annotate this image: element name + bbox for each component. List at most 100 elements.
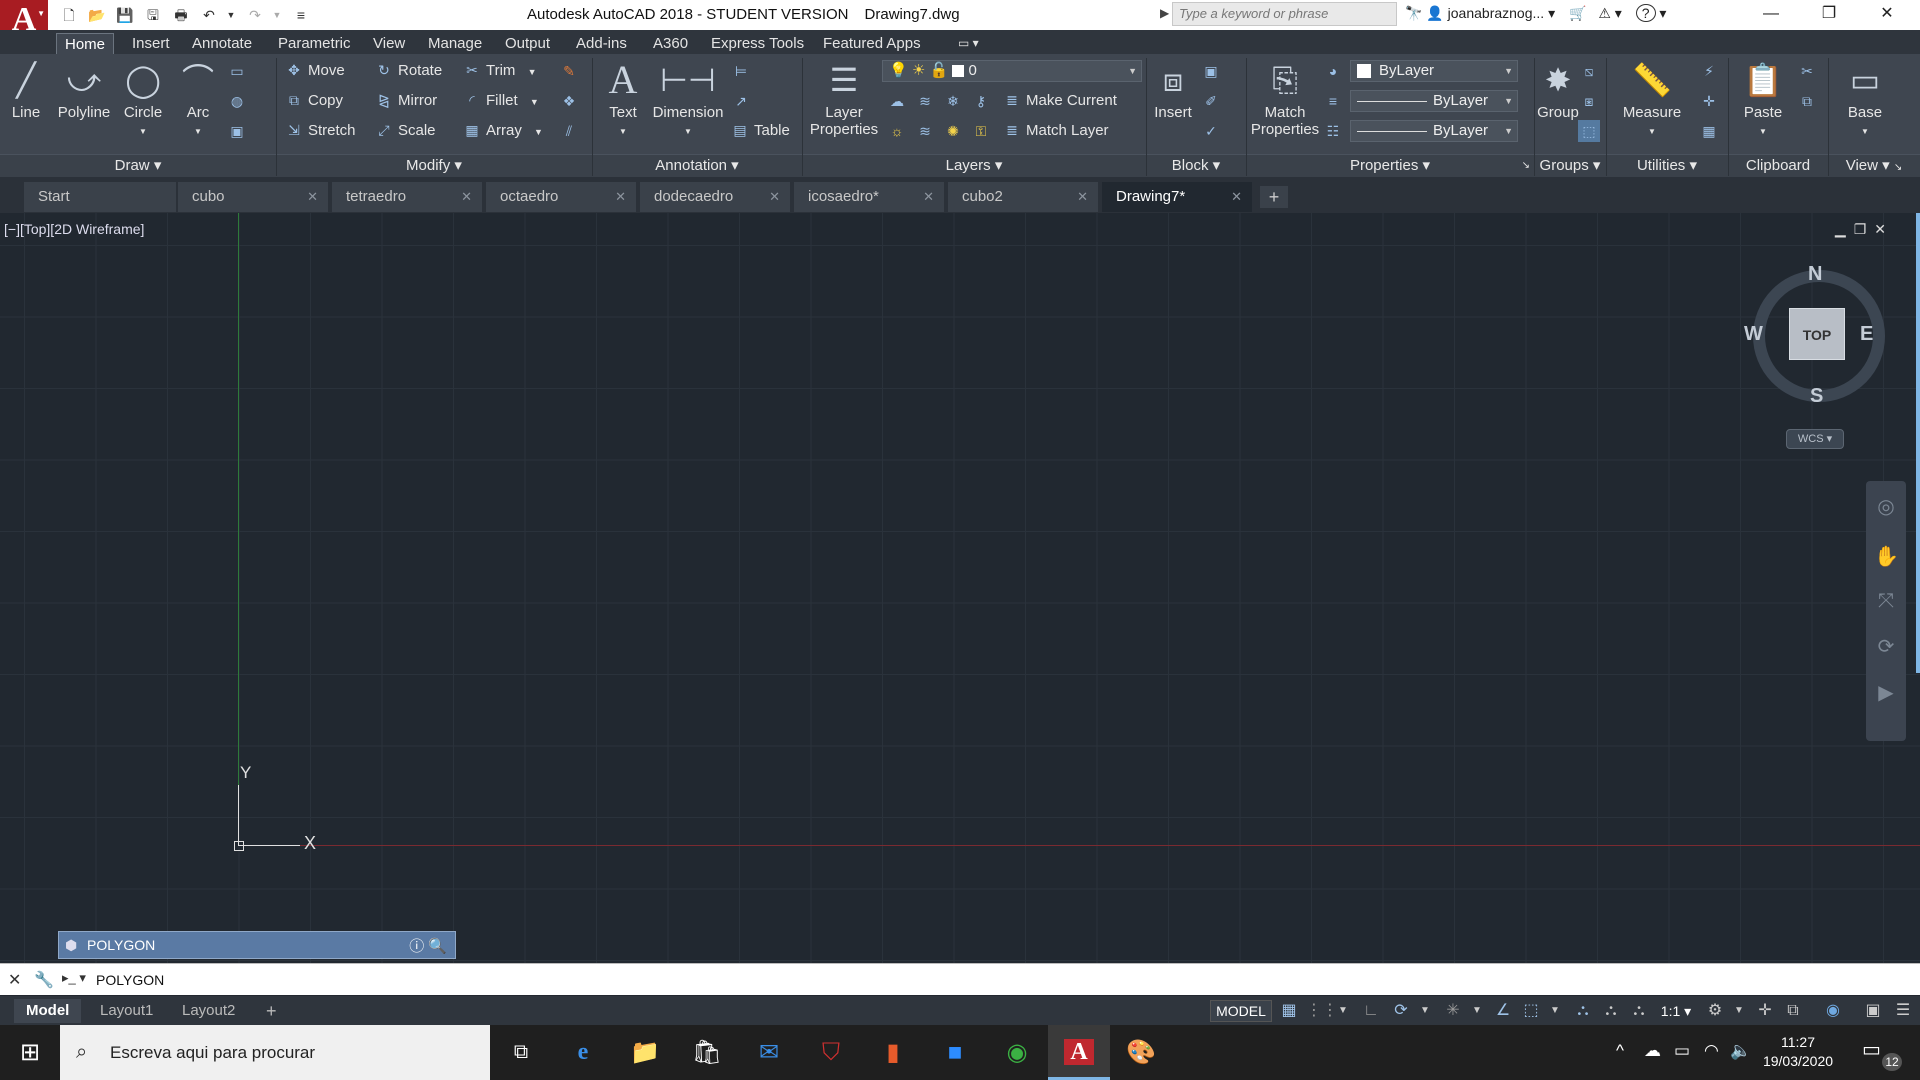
polar-icon[interactable]: ⟳ <box>1390 1000 1412 1022</box>
isodraft-dropdown-icon[interactable]: ▼ <box>1466 1000 1488 1022</box>
quick-access-customize-icon[interactable]: ≡ <box>290 4 312 26</box>
tab-a360[interactable]: A360 <box>645 33 696 54</box>
undo-dropdown-icon[interactable]: ▼ <box>220 4 242 26</box>
close-button[interactable]: ✕ <box>1858 0 1916 30</box>
stretch-button[interactable]: ⇲ Stretch <box>284 118 355 142</box>
binoculars-icon[interactable]: 🔭 <box>1405 5 1422 21</box>
office-icon[interactable]: ▮ <box>862 1025 924 1080</box>
zoom-icon[interactable]: ■ <box>924 1025 986 1080</box>
group-selection-icon[interactable]: ⬚ <box>1578 120 1600 142</box>
tab-featured-apps[interactable]: Featured Apps <box>815 33 929 54</box>
clipboard-panel-title[interactable]: Clipboard <box>1728 155 1828 177</box>
steering-wheel-icon[interactable]: ◎ <box>1874 495 1898 519</box>
close-tab-icon[interactable]: ✕ <box>1077 182 1088 212</box>
utilities-panel-title[interactable]: Utilities ▾ <box>1606 155 1728 177</box>
zoom-extents-icon[interactable]: ⤧ <box>1874 589 1898 613</box>
clean-screen-icon[interactable]: ▣ <box>1862 1000 1884 1022</box>
battery-icon[interactable]: ▭ <box>1674 1041 1690 1061</box>
layer-unisolate-icon[interactable]: ≋ <box>914 120 936 142</box>
task-view-icon[interactable]: ⧉ <box>490 1025 552 1080</box>
plot-icon[interactable]: 🖶 <box>170 4 192 26</box>
arc-button[interactable]: ⌒ Arc ▼ <box>178 58 218 138</box>
quick-select-icon[interactable]: ⚡ <box>1698 60 1720 82</box>
viewcube-south[interactable]: S <box>1810 385 1823 408</box>
model-space-button[interactable]: MODEL <box>1210 1000 1272 1022</box>
layout-tab-layout1[interactable]: Layout1 <box>88 999 165 1023</box>
scale-button[interactable]: ⤢ Scale <box>374 118 435 142</box>
object-snap-tracking-icon[interactable]: ∠ <box>1492 1000 1514 1022</box>
redo-icon[interactable]: ↷ <box>244 4 266 26</box>
showmotion-icon[interactable]: ▶ <box>1874 681 1898 705</box>
linetype-dropdown[interactable]: ByLayer ▼ <box>1350 120 1518 142</box>
command-search-icon[interactable]: 🔍 <box>428 938 451 955</box>
store-icon[interactable]: 🛍 <box>676 1025 738 1080</box>
annotation-panel-title[interactable]: Annotation ▾ <box>592 155 802 177</box>
multileader-icon[interactable]: ↗ <box>730 90 752 112</box>
viewcube-west[interactable]: W <box>1744 323 1763 346</box>
group-button[interactable]: ✸ Group <box>1536 58 1580 121</box>
tab-parametric[interactable]: Parametric <box>270 33 359 54</box>
close-tab-icon[interactable]: ✕ <box>923 182 934 212</box>
layout-tab-layout2[interactable]: Layout2 <box>170 999 247 1023</box>
measure-button[interactable]: 📏 Measure ▼ <box>1614 58 1690 138</box>
search-expand-icon[interactable]: ▶ <box>1160 6 1169 20</box>
file-tab-cubo2[interactable]: cubo2 ✕ <box>948 182 1098 212</box>
tab-insert[interactable]: Insert <box>124 33 178 54</box>
redo-dropdown-icon[interactable]: ▼ <box>266 4 288 26</box>
recent-commands-icon[interactable]: ▸_ ▾ <box>62 970 86 986</box>
ribbon-minimize-icon[interactable]: ▭ ▾ <box>950 33 987 54</box>
clock[interactable]: 11:27 19/03/2020 <box>1756 1033 1840 1071</box>
object-snap-icon[interactable]: ⬚ <box>1520 1000 1542 1022</box>
layer-thaw-icon[interactable]: ✺ <box>942 120 964 142</box>
make-current-button[interactable]: ≣ Make Current <box>1002 88 1117 112</box>
cut-icon[interactable]: ✂ <box>1796 60 1818 82</box>
onedrive-icon[interactable]: ☁ <box>1644 1041 1661 1061</box>
windows-start-icon[interactable]: ⊞ <box>0 1025 60 1080</box>
workspace-gear-icon[interactable]: ⚙ <box>1704 1000 1726 1022</box>
file-tab-cubo[interactable]: cubo ✕ <box>178 182 328 212</box>
chrome-icon[interactable]: ◉ <box>986 1025 1048 1080</box>
snap-icon[interactable]: ⋮⋮ <box>1306 1000 1338 1022</box>
group-edit-icon[interactable]: ⧆ <box>1578 90 1600 112</box>
save-icon[interactable]: 💾 <box>114 4 136 26</box>
wifi-icon[interactable]: ◠ <box>1704 1041 1719 1061</box>
search-input[interactable]: Type a keyword or phrase <box>1172 2 1397 26</box>
annotation-scale-value[interactable]: 1:1 ▾ <box>1656 1000 1696 1022</box>
polyline-button[interactable]: ⤻ Polyline <box>52 58 116 121</box>
tab-annotate[interactable]: Annotate <box>184 33 260 54</box>
properties-panel-title[interactable]: Properties ▾ ↘ <box>1246 155 1534 177</box>
notifications-icon[interactable]: ▭ 12 <box>1862 1037 1902 1071</box>
explode-icon[interactable]: ❖ <box>558 90 580 112</box>
layer-on-icon[interactable]: ☼ <box>886 120 908 142</box>
mcafee-icon[interactable]: ⛉ <box>800 1025 862 1080</box>
array-button[interactable]: ▦ Array ▼ <box>462 118 543 142</box>
tray-expand-icon[interactable]: ^ <box>1616 1041 1624 1061</box>
tab-view[interactable]: View <box>365 33 413 54</box>
pan-icon[interactable]: ✋ <box>1874 545 1899 569</box>
a360-icon[interactable]: ⚠ <box>1598 5 1611 21</box>
command-help-icon[interactable]: ⓘ <box>409 938 428 955</box>
layer-lock-icon[interactable]: ⚷ <box>970 90 992 112</box>
offset-icon[interactable]: ⫽ <box>558 120 580 142</box>
layer-unlock-icon[interactable]: ⚿ <box>970 120 992 142</box>
base-button[interactable]: ▭ Base ▼ <box>1840 58 1890 138</box>
new-tab-button[interactable]: + <box>1260 186 1288 208</box>
tab-express-tools[interactable]: Express Tools <box>703 33 812 54</box>
user-account[interactable]: 🔭 👤 joanabraznog... ▾ 🛒 ⚠ ▾ ? ▾ <box>1405 4 1666 22</box>
viewcube-east[interactable]: E <box>1860 323 1873 346</box>
draw-panel-title[interactable]: Draw ▾ <box>0 155 276 177</box>
autocad-taskbar-icon[interactable]: A <box>1048 1025 1110 1080</box>
layers-panel-title[interactable]: Layers ▾ <box>802 155 1146 177</box>
taskbar-search-input[interactable]: ⌕ Escreva aqui para procurar <box>60 1025 490 1080</box>
view-panel-title[interactable]: View ▾ ↘ <box>1828 155 1920 177</box>
file-tab-dodecaedro[interactable]: dodecaedro ✕ <box>640 182 790 212</box>
rotate-button[interactable]: ↻ Rotate <box>374 58 442 82</box>
help-icon[interactable]: ? <box>1635 4 1656 22</box>
tab-add-ins[interactable]: Add-ins <box>568 33 635 54</box>
viewport-controls-label[interactable]: [−][Top][2D Wireframe] <box>4 221 144 237</box>
minimize-button[interactable]: — <box>1742 0 1800 30</box>
file-tab-octaedro[interactable]: octaedro ✕ <box>486 182 636 212</box>
tab-manage[interactable]: Manage <box>420 33 490 54</box>
color-dropdown[interactable]: ByLayer ▼ <box>1350 60 1518 82</box>
auto-scale-icon[interactable]: ⛬ <box>1600 1000 1622 1022</box>
